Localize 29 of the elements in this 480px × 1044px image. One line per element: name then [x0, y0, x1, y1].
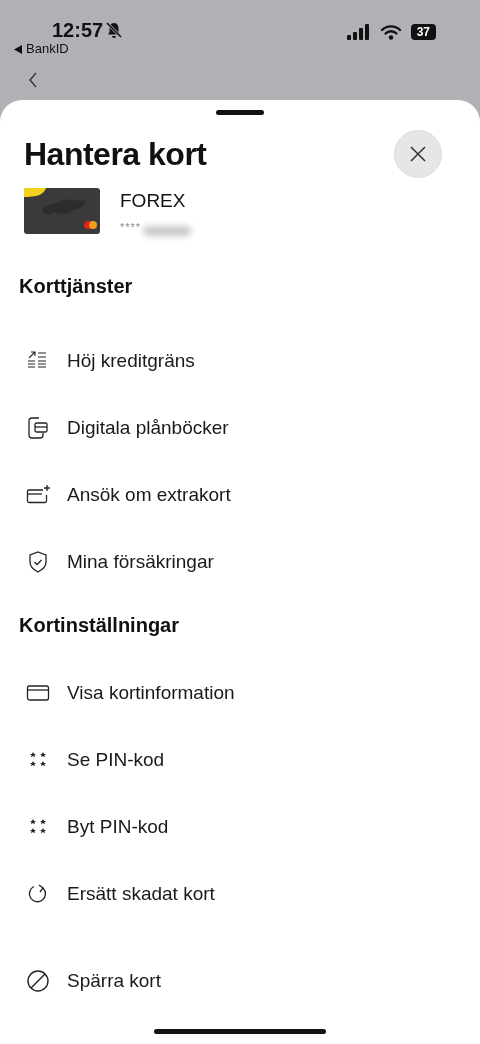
sheet-title: Hantera kort — [24, 135, 207, 173]
blurred-number — [143, 226, 192, 236]
menu-item[interactable]: Se PIN-kod — [0, 726, 480, 793]
menu-item[interactable]: Visa kortinformation — [0, 659, 480, 726]
phone-card-icon — [26, 415, 50, 440]
wifi-icon — [379, 24, 402, 40]
back-icon — [27, 71, 39, 89]
section-heading: Kortinställningar — [19, 613, 180, 637]
back-app-link[interactable]: BankID — [26, 41, 69, 57]
back-triangle-icon — [14, 44, 22, 54]
menu-item[interactable]: Ersätt skadat kort — [0, 860, 480, 927]
section-heading: Korttjänster — [19, 274, 134, 298]
card-name: FOREX — [120, 190, 187, 212]
signal-icon — [346, 24, 371, 40]
silent-bell-icon — [105, 21, 124, 39]
battery-level: 37 — [410, 24, 436, 40]
status-time: 12:57 — [52, 19, 104, 41]
menu-item[interactable]: Digitala plånböcker — [0, 394, 480, 461]
menu-item[interactable]: Höj kreditgräns — [0, 327, 480, 394]
card-number: **** — [120, 221, 142, 233]
block-icon — [26, 968, 50, 993]
shield-check-icon — [26, 549, 50, 574]
close-button[interactable] — [394, 130, 442, 178]
close-icon — [409, 145, 427, 163]
menu-item[interactable]: Ansök om extrakort — [0, 461, 480, 528]
menu-item[interactable]: Mina försäkringar — [0, 528, 480, 595]
drag-handle[interactable] — [216, 110, 264, 115]
menu-item[interactable]: Spärra kort — [0, 947, 480, 1014]
menu-item[interactable]: Byt PIN-kod — [0, 793, 480, 860]
